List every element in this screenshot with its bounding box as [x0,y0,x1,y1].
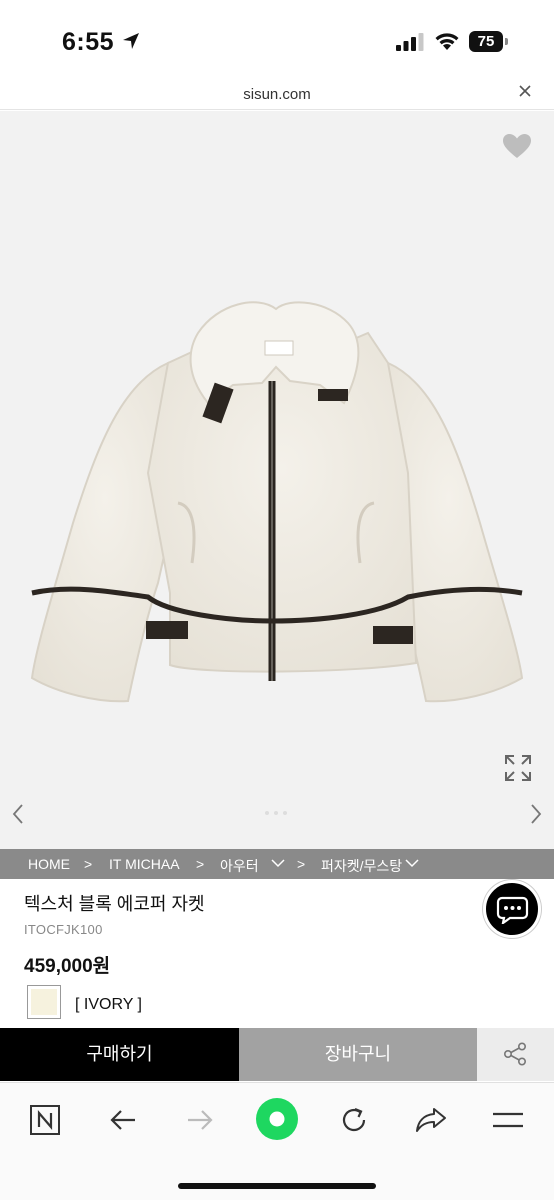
battery-icon: 75 [469,31,509,52]
green-home-icon[interactable] [255,1097,299,1141]
signal-icon [396,33,424,51]
breadcrumb: HOME > IT MICHAA > 아우터 > 퍼자켓/무스탕 [0,849,554,879]
browser-toolbar [0,1082,554,1200]
share-nodes-icon [503,1042,527,1066]
breadcrumb-category[interactable]: 아우터 [220,856,259,876]
battery-level: 75 [469,31,503,52]
menu-icon[interactable] [491,1103,525,1137]
close-icon[interactable] [518,84,532,98]
product-image-gallery[interactable] [0,111,554,849]
product-name: 텍스처 블록 에코퍼 자켓 [24,894,205,914]
reload-icon[interactable] [337,1103,371,1137]
breadcrumb-home[interactable]: HOME [28,856,70,872]
chat-button[interactable] [483,880,541,938]
url-text[interactable]: sisun.com [0,86,554,103]
gallery-pagination [265,811,289,817]
chevron-down-icon[interactable] [405,858,419,868]
chevron-down-icon[interactable] [271,858,285,868]
breadcrumb-separator: > [196,856,205,872]
add-to-cart-button[interactable]: 장바구니 [239,1028,477,1081]
product-price: 459,000원 [24,956,111,977]
breadcrumb-separator: > [84,856,93,872]
wifi-icon [435,33,459,50]
breadcrumb-subcategory[interactable]: 퍼자켓/무스탕 [321,856,402,876]
color-swatch-fill [31,989,57,1015]
expand-icon[interactable] [504,754,532,782]
breadcrumb-brand[interactable]: IT MICHAA [109,856,180,872]
url-bar[interactable]: sisun.com [0,78,554,110]
gallery-dot[interactable] [265,811,269,815]
jacket-product-photo [30,301,524,703]
status-bar: 6:55 75 [0,0,554,78]
location-arrow-icon [123,33,139,49]
breadcrumb-separator: > [297,856,306,872]
share-arrow-icon[interactable] [414,1103,448,1137]
color-swatch[interactable] [27,985,61,1019]
color-option-label[interactable]: [ IVORY ] [75,996,142,1014]
naver-n-icon[interactable] [28,1103,62,1137]
chevron-left-icon[interactable] [10,803,26,825]
battery-tip [505,38,508,45]
chevron-right-icon[interactable] [528,803,544,825]
gallery-dot[interactable] [283,811,287,815]
heart-icon[interactable] [502,133,532,159]
home-indicator[interactable] [178,1183,376,1189]
buy-button[interactable]: 구매하기 [0,1028,239,1081]
share-button[interactable] [477,1028,554,1081]
forward-arrow-icon[interactable] [183,1103,217,1137]
chat-bubble-icon [496,896,529,924]
product-code: ITOCFJK100 [24,922,103,937]
back-arrow-icon[interactable] [106,1103,140,1137]
purchase-bar: 구매하기 장바구니 [0,1028,554,1081]
status-time: 6:55 [62,28,115,56]
gallery-dot[interactable] [274,811,278,815]
